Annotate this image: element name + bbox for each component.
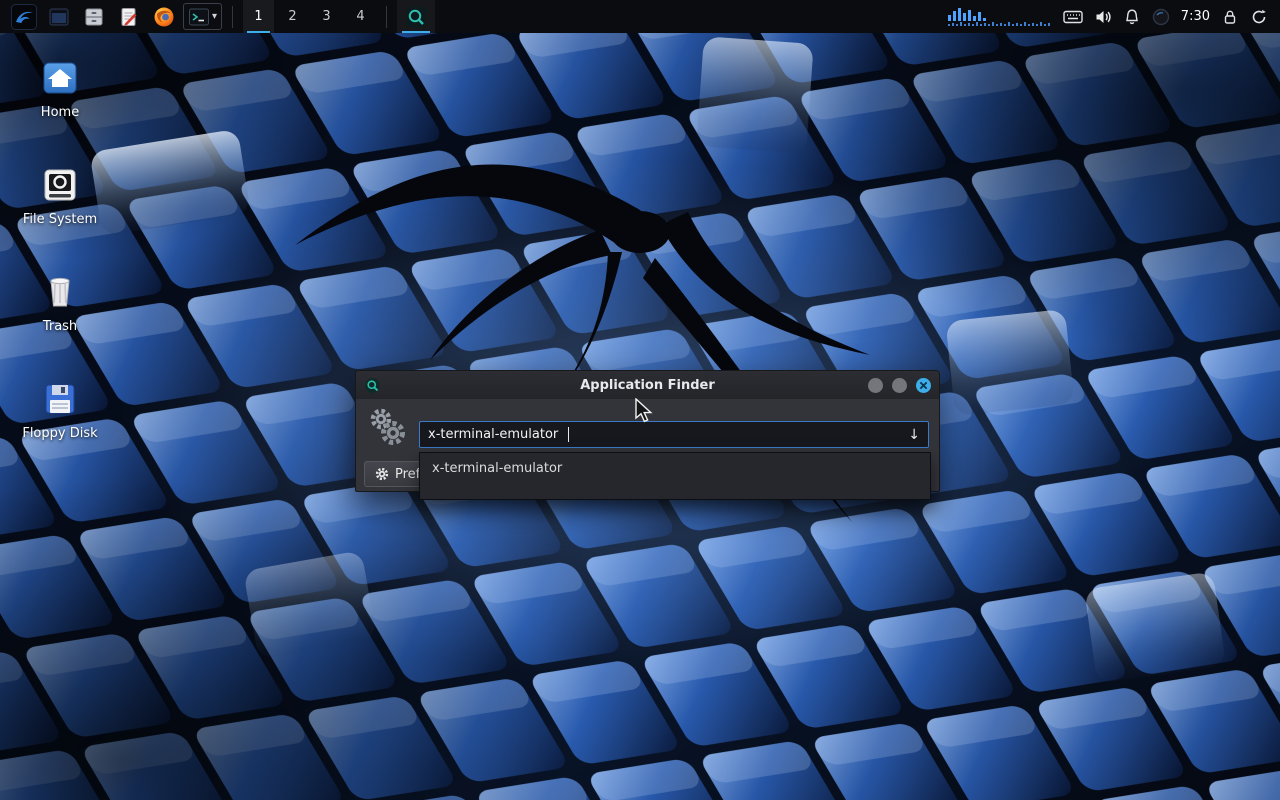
window-icon	[48, 6, 70, 28]
document-edit-icon	[118, 6, 140, 28]
lock-icon[interactable]	[1221, 8, 1239, 26]
home-icon	[40, 58, 80, 98]
keyboard-icon[interactable]	[1063, 9, 1083, 25]
application-finder-window: Application Finder	[355, 370, 940, 492]
task-button-application-finder[interactable]	[397, 0, 435, 33]
top-panel: ▾ 1 2 3 4	[0, 0, 1280, 33]
audio-visualizer[interactable]	[948, 7, 1052, 27]
window-launcher[interactable]	[43, 2, 75, 31]
close-icon	[919, 381, 928, 390]
magnifier-icon	[364, 377, 381, 394]
maximize-button[interactable]	[892, 378, 907, 393]
completion-item[interactable]: x-terminal-emulator	[420, 453, 930, 479]
text-editor-launcher[interactable]	[113, 2, 145, 31]
chevron-down-icon[interactable]: ▾	[212, 12, 217, 22]
window-title: Application Finder	[356, 378, 939, 393]
panel-separator	[386, 6, 387, 28]
floppy-disk-icon	[40, 379, 80, 419]
magnifier-icon	[405, 6, 427, 28]
dropdown-arrow-icon[interactable]: ↓	[908, 427, 920, 443]
clock[interactable]: 7:30	[1181, 9, 1210, 24]
desktop-icon-label: File System	[23, 212, 97, 227]
desktop-icon-home[interactable]: Home	[8, 58, 112, 120]
volume-icon[interactable]	[1094, 8, 1112, 26]
trash-icon	[40, 272, 80, 312]
panel-separator	[232, 6, 233, 28]
text-caret	[568, 427, 569, 442]
title-bar[interactable]: Application Finder	[356, 371, 939, 399]
screen: Home File System Trash Floppy Disk	[0, 0, 1280, 800]
system-tray: 7:30	[948, 7, 1272, 27]
workspace-button-1[interactable]: 1	[243, 0, 274, 33]
completion-popup: x-terminal-emulator	[419, 452, 931, 500]
desktop-icon-label: Trash	[43, 319, 77, 334]
workspace-button-2[interactable]: 2	[277, 0, 308, 33]
gears-icon	[368, 407, 406, 447]
kali-menu-button[interactable]	[8, 2, 40, 31]
minimize-button[interactable]	[868, 378, 883, 393]
file-manager-launcher[interactable]	[78, 2, 110, 31]
firefox-launcher[interactable]	[148, 2, 180, 31]
close-button[interactable]	[916, 378, 931, 393]
gear-icon	[375, 467, 389, 481]
workspace-button-3[interactable]: 3	[311, 0, 342, 33]
session-refresh-icon[interactable]	[1250, 8, 1268, 26]
kali-dragon-logo-icon	[11, 4, 37, 30]
preferences-label: Pref	[395, 467, 420, 482]
desktop-icon-label: Floppy Disk	[22, 426, 97, 441]
desktop-icon-label: Home	[41, 105, 79, 120]
terminal-launcher[interactable]: ▾	[183, 3, 222, 30]
file-system-icon	[40, 165, 80, 205]
search-input[interactable]: x-terminal-emulator ↓	[419, 421, 929, 448]
desktop-icon-trash[interactable]: Trash	[8, 272, 112, 334]
workspace-button-4[interactable]: 4	[345, 0, 376, 33]
bell-icon[interactable]	[1123, 8, 1141, 26]
search-input-value: x-terminal-emulator	[428, 427, 558, 442]
status-circle-icon[interactable]	[1152, 8, 1170, 26]
firefox-icon	[153, 6, 175, 28]
file-cabinet-icon	[83, 6, 105, 28]
desktop-icon-file-system[interactable]: File System	[8, 165, 112, 227]
desktop-icon-floppy-disk[interactable]: Floppy Disk	[8, 379, 112, 441]
terminal-icon	[188, 7, 210, 27]
